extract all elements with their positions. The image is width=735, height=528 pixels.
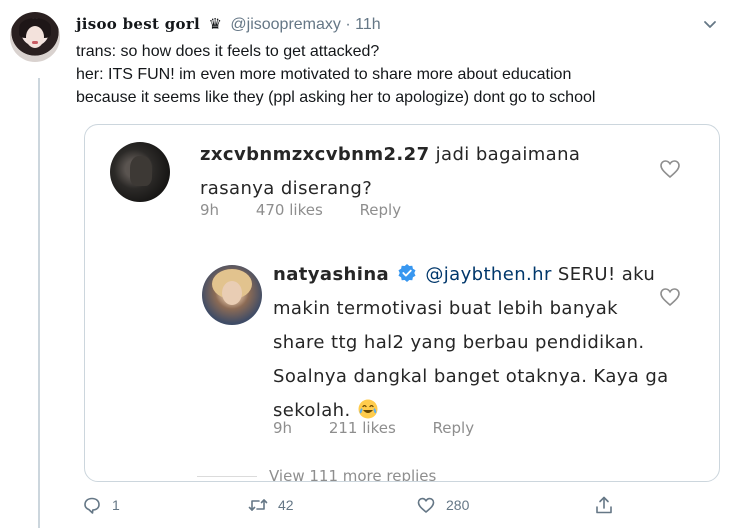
- like-button[interactable]: 280: [416, 492, 469, 518]
- comment-2-reply: Reply: [432, 419, 475, 437]
- comment-2-time: 9h: [273, 419, 293, 437]
- like-icon: [417, 497, 435, 513]
- comment-2-text: natyashina @jaybthen.hr SERU! aku makin …: [273, 258, 673, 428]
- tweet-text-line: her: ITS FUN! im even more motivated to …: [76, 66, 572, 83]
- comment-1-meta: 9h 470 likes Reply: [200, 201, 433, 219]
- thread-line: [38, 78, 40, 528]
- tweet-timestamp[interactable]: 11h: [355, 16, 381, 33]
- view-more-label: View 111 more replies: [269, 467, 437, 482]
- comment-1-likes: 470 likes: [255, 201, 323, 219]
- crown-icon: ♛: [208, 16, 222, 33]
- comment-1-reply: Reply: [359, 201, 402, 219]
- commenter-avatar: [110, 142, 170, 202]
- author-display-name[interactable]: jisoo best gorl: [76, 15, 200, 33]
- comment-1-username: zxcvbnmzxcvbnm2.27: [200, 144, 430, 165]
- heart-icon: [660, 288, 680, 307]
- tweet-actions: 1 42 280: [76, 492, 636, 518]
- view-more-replies: View 111 more replies: [197, 467, 437, 482]
- reply-icon: [84, 497, 100, 514]
- verified-badge-icon: [398, 264, 416, 282]
- comment-2-likes: 211 likes: [328, 419, 396, 437]
- comment-2-meta: 9h 211 likes Reply: [273, 419, 506, 437]
- comment-2-mention: @jaybthen.hr: [425, 264, 552, 285]
- reply-count: 1: [112, 497, 120, 513]
- comment-1-time: 9h: [200, 201, 220, 219]
- heart-icon: [660, 160, 680, 179]
- like-count: 280: [446, 497, 470, 513]
- chevron-down-icon[interactable]: [700, 14, 720, 34]
- comment-2-username: natyashina: [273, 264, 390, 285]
- retweet-icon: [248, 499, 268, 511]
- share-button[interactable]: [594, 492, 614, 518]
- author-handle[interactable]: @jisoopremaxy: [230, 16, 341, 33]
- share-icon: [596, 496, 612, 514]
- view-more-dash: [197, 476, 257, 477]
- comment-2-body: SERU! aku makin termotivasi buat lebih b…: [273, 264, 669, 421]
- joy-emoji: [358, 399, 378, 419]
- embedded-screenshot[interactable]: zxcvbnmzxcvbnm2.27 jadi bagaimana rasany…: [84, 124, 720, 482]
- author-avatar[interactable]: [10, 12, 60, 62]
- comment-1-text: zxcvbnmzxcvbnm2.27 jadi bagaimana rasany…: [200, 138, 620, 206]
- retweet-button[interactable]: 42: [248, 492, 294, 518]
- separator-dot: ·: [345, 16, 351, 33]
- reply-avatar: [202, 265, 262, 325]
- retweet-count: 42: [278, 497, 294, 513]
- tweet-text-line: because it seems like they (ppl asking h…: [76, 89, 596, 106]
- reply-button[interactable]: 1: [82, 492, 120, 518]
- tweet-text: trans: so how does it feels to get attac…: [76, 40, 716, 109]
- tweet-header: jisoo best gorl ♛ @jisoopremaxy · 11h: [76, 14, 675, 35]
- tweet-text-line: trans: so how does it feels to get attac…: [76, 43, 380, 60]
